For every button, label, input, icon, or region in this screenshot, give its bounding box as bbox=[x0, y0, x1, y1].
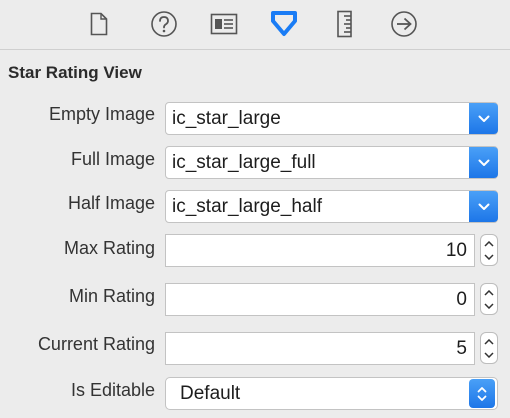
empty-image-label: Empty Image bbox=[48, 104, 155, 124]
chevron-down-icon bbox=[478, 115, 489, 122]
max-rating-value[interactable]: 10 bbox=[446, 240, 474, 262]
is-editable-popup-button[interactable] bbox=[469, 379, 495, 408]
identity-icon[interactable] bbox=[207, 9, 241, 39]
half-image-label: Half Image bbox=[67, 193, 155, 213]
full-image-dropdown-button[interactable] bbox=[469, 147, 498, 178]
attributes-icon[interactable] bbox=[267, 9, 301, 39]
empty-image-combo[interactable]: ic_star_large bbox=[165, 102, 498, 135]
stepper-up-icon[interactable] bbox=[484, 286, 494, 299]
current-rating-field[interactable]: 5 bbox=[165, 332, 475, 365]
full-image-value[interactable]: ic_star_large_full bbox=[166, 152, 469, 174]
chevron-updown-icon bbox=[477, 386, 487, 401]
full-image-label: Full Image bbox=[70, 149, 155, 169]
current-rating-label: Current Rating bbox=[37, 334, 155, 354]
half-image-dropdown-button[interactable] bbox=[469, 191, 498, 222]
is-editable-popup[interactable]: Default bbox=[165, 377, 498, 410]
is-editable-value[interactable]: Default bbox=[166, 383, 469, 405]
current-rating-value[interactable]: 5 bbox=[456, 338, 474, 360]
min-rating-value[interactable]: 0 bbox=[456, 289, 474, 311]
chevron-down-icon bbox=[478, 203, 489, 210]
stepper-up-icon[interactable] bbox=[484, 335, 494, 348]
min-rating-label: Min Rating bbox=[68, 286, 155, 306]
help-icon[interactable] bbox=[147, 9, 181, 39]
min-rating-stepper[interactable] bbox=[480, 283, 498, 315]
half-image-value[interactable]: ic_star_large_half bbox=[166, 196, 469, 218]
max-rating-stepper[interactable] bbox=[480, 234, 498, 266]
stepper-down-icon[interactable] bbox=[484, 348, 494, 361]
max-rating-field[interactable]: 10 bbox=[165, 234, 475, 267]
inspector-toolbar bbox=[0, 0, 510, 50]
stepper-down-icon[interactable] bbox=[484, 299, 494, 312]
min-rating-field[interactable]: 0 bbox=[165, 283, 475, 316]
is-editable-label: Is Editable bbox=[70, 380, 155, 400]
half-image-combo[interactable]: ic_star_large_half bbox=[165, 190, 498, 223]
file-icon[interactable] bbox=[82, 9, 116, 39]
stepper-up-icon[interactable] bbox=[484, 237, 494, 250]
max-rating-label: Max Rating bbox=[63, 238, 155, 258]
chevron-down-icon bbox=[478, 159, 489, 166]
size-icon[interactable] bbox=[328, 9, 362, 39]
section-title: Star Rating View bbox=[8, 63, 142, 82]
full-image-combo[interactable]: ic_star_large_full bbox=[165, 146, 498, 179]
connections-icon[interactable] bbox=[387, 9, 421, 39]
current-rating-stepper[interactable] bbox=[480, 332, 498, 364]
stepper-down-icon[interactable] bbox=[484, 250, 494, 263]
empty-image-dropdown-button[interactable] bbox=[469, 103, 498, 134]
empty-image-value[interactable]: ic_star_large bbox=[166, 108, 469, 130]
